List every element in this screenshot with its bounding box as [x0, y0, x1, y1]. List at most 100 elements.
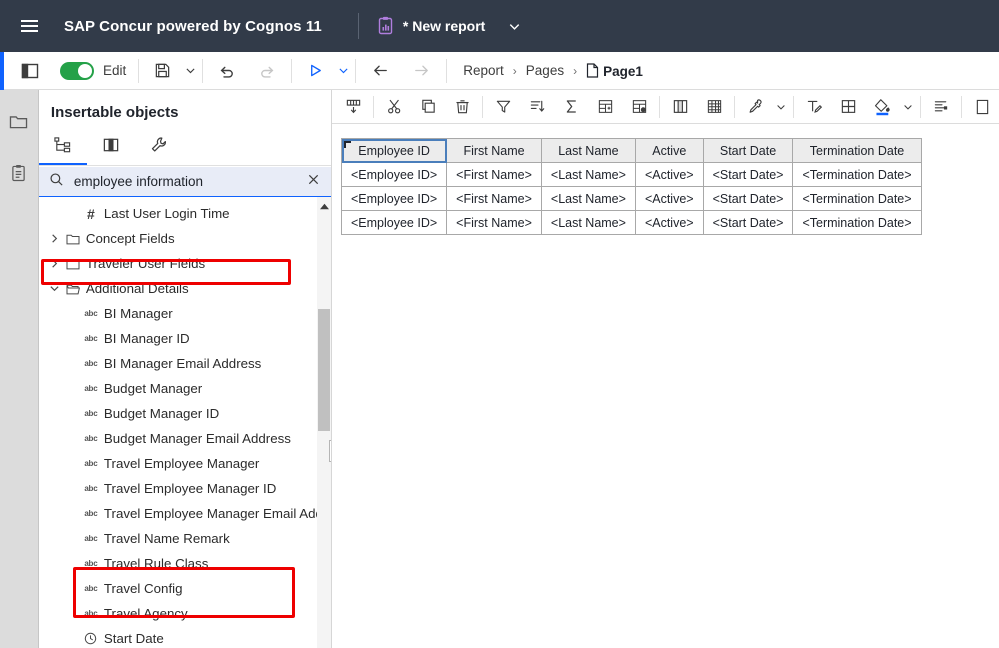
tree-vertical-scrollbar[interactable]	[317, 197, 331, 648]
table-cell[interactable]: <Employee ID>	[340, 210, 448, 235]
breadcrumb-item-report[interactable]: Report	[463, 63, 504, 78]
group-columns-icon[interactable]	[663, 90, 697, 123]
tab-source-tree[interactable]	[38, 131, 87, 165]
hamburger-menu-icon[interactable]	[12, 9, 46, 43]
text-style-icon[interactable]	[797, 90, 831, 123]
eyedropper-icon[interactable]	[738, 90, 772, 123]
run-chevron-down-icon[interactable]	[335, 64, 351, 77]
column-header[interactable]: Last Name	[540, 138, 636, 163]
breadcrumb-item-pages[interactable]: Pages	[526, 63, 564, 78]
table-cell[interactable]: <Termination Date>	[792, 210, 922, 235]
folder-icon[interactable]	[6, 108, 32, 134]
tree-item[interactable]: abc Travel Employee Manager ID	[39, 476, 331, 501]
tree-item[interactable]: abc Travel Rule Class	[39, 551, 331, 576]
fill-color-icon[interactable]	[865, 90, 899, 123]
table-cell[interactable]: <Start Date>	[702, 210, 794, 235]
breadcrumb-item-page1[interactable]: Page1	[586, 62, 643, 79]
table-cell[interactable]: <Last Name>	[540, 162, 636, 187]
save-chevron-down-icon[interactable]	[182, 64, 198, 77]
table-cell[interactable]: <First Name>	[446, 162, 542, 187]
delete-icon[interactable]	[445, 90, 479, 123]
tree-item[interactable]: abc Travel Name Remark	[39, 526, 331, 551]
insert-row-icon[interactable]	[336, 90, 370, 123]
align-icon[interactable]	[924, 90, 958, 123]
copy-icon[interactable]	[411, 90, 445, 123]
table-cell[interactable]: <Termination Date>	[792, 186, 922, 211]
tree-item[interactable]: Concept Fields	[39, 226, 331, 251]
filter-icon[interactable]	[486, 90, 520, 123]
tree-item[interactable]: abc BI Manager	[39, 301, 331, 326]
report-layout-area[interactable]: Employee ID First Name Last Name Active Star…	[332, 124, 999, 648]
report-chip[interactable]: * New report	[377, 16, 522, 36]
column-header[interactable]: Employee ID	[340, 138, 448, 163]
pivot-table-icon[interactable]	[697, 90, 731, 123]
undo-icon[interactable]	[207, 52, 247, 90]
tree-item[interactable]: abc BI Manager ID	[39, 326, 331, 351]
table-cell[interactable]: <Termination Date>	[792, 162, 922, 187]
edit-mode-toggle-group[interactable]: Edit	[50, 61, 134, 80]
column-header[interactable]: Active	[634, 138, 704, 163]
tree-item[interactable]: abc Travel Employee Manager Email Addr	[39, 501, 331, 526]
report-dropdown-chevron-down-icon[interactable]	[507, 19, 522, 34]
edit-mode-toggle[interactable]	[60, 61, 94, 80]
table-cell[interactable]: <First Name>	[446, 186, 542, 211]
search-clear-close-icon[interactable]	[304, 173, 323, 191]
tree-item[interactable]: abc Travel Employee Manager	[39, 451, 331, 476]
column-header[interactable]: Start Date	[702, 138, 794, 163]
remove-calculation-icon[interactable]	[622, 90, 656, 123]
more-options-icon[interactable]	[965, 90, 999, 123]
chevron-down-icon[interactable]	[47, 283, 63, 294]
clock-date-icon	[81, 632, 101, 645]
table-row[interactable]: <Employee ID> <First Name> <Last Name> <Act…	[340, 210, 922, 235]
edit-mode-label: Edit	[103, 63, 127, 78]
table-cell[interactable]: <Last Name>	[540, 186, 636, 211]
search-input-value[interactable]: employee information	[64, 174, 304, 189]
table-border-icon[interactable]	[831, 90, 865, 123]
tree-item[interactable]: abc Travel Agency	[39, 601, 331, 626]
tree-item[interactable]: Additional Details	[39, 276, 331, 301]
tab-toolbox[interactable]	[87, 131, 135, 165]
sort-icon[interactable]	[520, 90, 554, 123]
table-cell[interactable]: <Employee ID>	[340, 162, 448, 187]
table-cell[interactable]: <Start Date>	[702, 162, 794, 187]
table-cell[interactable]: <Active>	[634, 162, 704, 187]
chevron-right-icon[interactable]	[47, 233, 63, 244]
fill-color-chevron-down-icon[interactable]	[899, 90, 917, 123]
tree-item[interactable]: abc Budget Manager ID	[39, 401, 331, 426]
panel-resize-splitter[interactable]	[329, 440, 331, 462]
table-cell[interactable]: <Employee ID>	[340, 186, 448, 211]
tree-item[interactable]: abc BI Manager Email Address	[39, 351, 331, 376]
column-header[interactable]: First Name	[446, 138, 542, 163]
eyedropper-chevron-down-icon[interactable]	[772, 90, 790, 123]
tree-item[interactable]: Traveler User Fields	[39, 251, 331, 276]
tree-item-label: Budget Manager ID	[103, 406, 220, 421]
tab-properties[interactable]	[135, 131, 183, 165]
column-header[interactable]: Termination Date	[792, 138, 922, 163]
search-field[interactable]: employee information	[38, 167, 331, 197]
table-cell[interactable]: <Active>	[634, 186, 704, 211]
top-header-bar: SAP Concur powered by Cognos 11 * New re…	[0, 0, 999, 52]
run-play-icon[interactable]	[296, 52, 335, 90]
table-cell[interactable]: <Last Name>	[540, 210, 636, 235]
clipboard-icon[interactable]	[6, 160, 32, 186]
tree-item[interactable]: abc Travel Config	[39, 576, 331, 601]
tree-item[interactable]: Start Date	[39, 626, 331, 648]
scroll-up-caret-up-icon[interactable]	[317, 199, 331, 213]
table-row[interactable]: <Employee ID> <First Name> <Last Name> <Act…	[340, 186, 922, 211]
table-row[interactable]: <Employee ID> <First Name> <Last Name> <Act…	[340, 162, 922, 187]
tree-item[interactable]: abc Budget Manager	[39, 376, 331, 401]
summarize-sigma-icon[interactable]	[554, 90, 588, 123]
table-cell[interactable]: <First Name>	[446, 210, 542, 235]
cut-icon[interactable]	[377, 90, 411, 123]
save-icon[interactable]	[143, 52, 182, 90]
report-list-table[interactable]: Employee ID First Name Last Name Active Star…	[340, 138, 922, 235]
side-panel-toggle-icon[interactable]	[10, 52, 50, 90]
scrollbar-thumb[interactable]	[318, 309, 330, 431]
insert-calculation-icon[interactable]	[588, 90, 622, 123]
chevron-right-icon[interactable]	[47, 258, 63, 269]
back-arrow-left-icon[interactable]	[360, 52, 401, 90]
table-cell[interactable]: <Active>	[634, 210, 704, 235]
tree-item[interactable]: abc Budget Manager Email Address	[39, 426, 331, 451]
tree-item[interactable]: # Last User Login Time	[39, 201, 331, 226]
table-cell[interactable]: <Start Date>	[702, 186, 794, 211]
